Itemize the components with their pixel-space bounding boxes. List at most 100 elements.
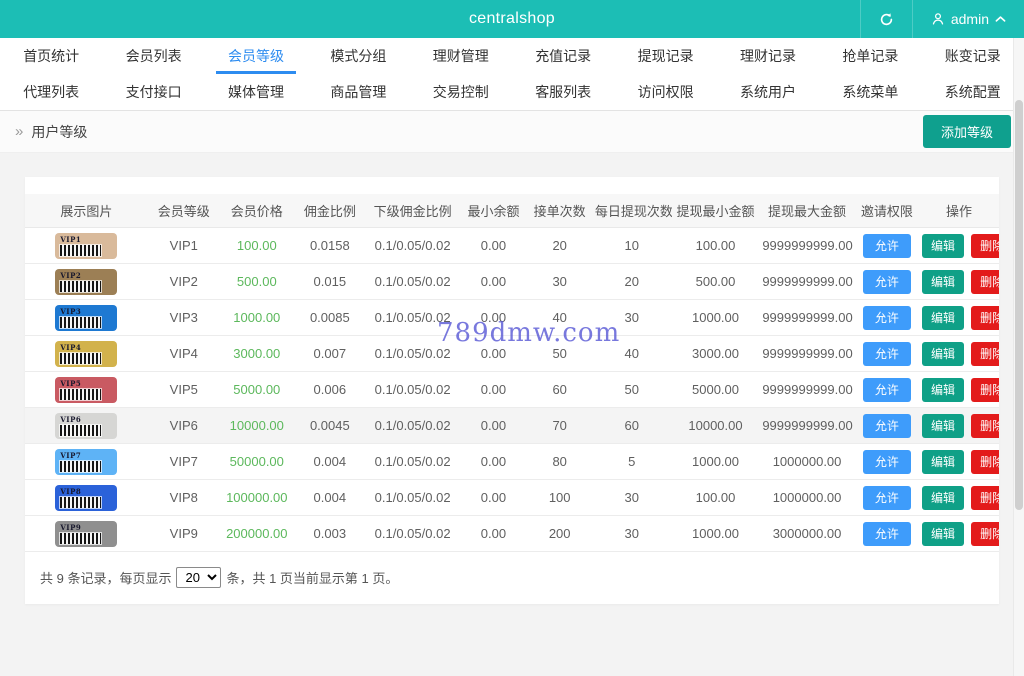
edit-button[interactable]: 编辑 [922, 305, 965, 330]
cell-price: 200000.00 [219, 515, 294, 552]
allow-button[interactable]: 允许 [862, 305, 911, 330]
cell-withdraw-max: 9999999999.00 [759, 335, 855, 372]
nav-tab-system-menu[interactable]: 系统菜单 [819, 74, 921, 110]
nav-tab-member-level[interactable]: 会员等级 [205, 38, 307, 74]
edit-button[interactable]: 编辑 [922, 341, 965, 366]
edit-button[interactable]: 编辑 [922, 413, 965, 438]
nav-tab-access-rights[interactable]: 访问权限 [614, 74, 716, 110]
cell-level: VIP7 [147, 443, 220, 480]
allow-button[interactable]: 允许 [862, 377, 911, 402]
column-header: 最小余额 [459, 194, 528, 228]
cell-daily-withdraw-count: 30 [591, 479, 672, 516]
allow-button[interactable]: 允许 [862, 341, 911, 366]
cell-level: VIP3 [147, 299, 220, 336]
person-icon [931, 12, 945, 26]
edit-button[interactable]: 编辑 [922, 377, 965, 402]
cell-sub-commission: 0.1/0.05/0.02 [365, 299, 460, 336]
allow-button[interactable]: 允许 [862, 449, 911, 474]
delete-button[interactable]: 删除 [971, 485, 999, 510]
edit-button[interactable]: 编辑 [922, 485, 965, 510]
nav-tab-label: 系统用户 [739, 84, 796, 100]
cell-price: 5000.00 [219, 371, 294, 408]
cell-badge: VIP4 [25, 335, 148, 372]
nav-tab-label: 访问权限 [637, 84, 694, 100]
barcode-icon [59, 243, 103, 257]
edit-button[interactable]: 编辑 [922, 233, 965, 258]
allow-button[interactable]: 允许 [862, 521, 911, 546]
delete-button[interactable]: 删除 [971, 449, 999, 474]
cell-badge: VIP9 [25, 515, 148, 552]
page-size-select[interactable]: 20 [176, 567, 222, 588]
cell-sub-commission: 0.1/0.05/0.02 [365, 479, 460, 516]
column-header: 会员价格 [219, 194, 294, 228]
cell-actions: 编辑删除 [919, 263, 999, 300]
nav-tab-member-list[interactable]: 会员列表 [102, 38, 204, 74]
topbar-actions: admin [859, 0, 1024, 38]
nav-tab-system-config[interactable]: 系统配置 [922, 74, 1024, 110]
allow-button[interactable]: 允许 [862, 233, 911, 258]
delete-button[interactable]: 删除 [971, 269, 999, 294]
nav-tab-service-list[interactable]: 客服列表 [512, 74, 614, 110]
vip-badge-image: VIP9 [55, 520, 118, 547]
nav-tab-system-users[interactable]: 系统用户 [717, 74, 819, 110]
allow-button[interactable]: 允许 [862, 485, 911, 510]
cell-badge: VIP8 [25, 479, 148, 516]
pagination: 共 9 条记录，每页显示 20 条，共 1 页当前显示第 1 页。 [40, 567, 984, 588]
column-header: 接单次数 [527, 194, 592, 228]
vip-badge-text: VIP8 [60, 486, 82, 496]
cell-level: VIP8 [147, 479, 220, 516]
nav-tab-product-manage[interactable]: 商品管理 [307, 74, 409, 110]
delete-button[interactable]: 删除 [971, 341, 999, 366]
nav-tab-agent-list[interactable]: 代理列表 [0, 74, 102, 110]
delete-button[interactable]: 删除 [971, 377, 999, 402]
cell-sub-commission: 0.1/0.05/0.02 [365, 515, 460, 552]
page: centralshop admin 首页统计 会员列表 会员等级 模式分组 理财… [0, 0, 1024, 676]
nav-tab-label: 理财记录 [739, 48, 796, 64]
column-header: 佣金比例 [293, 194, 366, 228]
cell-level: VIP1 [147, 227, 220, 264]
admin-menu[interactable]: admin [911, 0, 1024, 38]
nav-tab-home-stats[interactable]: 首页统计 [0, 38, 102, 74]
cell-commission: 0.007 [293, 335, 366, 372]
cell-sub-commission: 0.1/0.05/0.02 [365, 227, 460, 264]
cell-order-count: 30 [527, 263, 592, 300]
nav-tab-withdraw-records[interactable]: 提现记录 [614, 38, 716, 74]
vertical-scrollbar[interactable] [1013, 38, 1024, 676]
allow-button[interactable]: 允许 [862, 269, 911, 294]
scrollbar-thumb[interactable] [1015, 100, 1023, 510]
vip-badge-text: VIP4 [60, 342, 82, 352]
nav-tab-recharge-records[interactable]: 充值记录 [512, 38, 614, 74]
cell-daily-withdraw-count: 30 [591, 515, 672, 552]
cell-min-balance: 0.00 [459, 479, 528, 516]
delete-button[interactable]: 删除 [971, 305, 999, 330]
nav-tab-payment-api[interactable]: 支付接口 [102, 74, 204, 110]
breadcrumb-bar: » 用户等级 添加等级 [0, 111, 1024, 153]
cell-withdraw-max: 3000000.00 [759, 515, 855, 552]
nav-tab-balance-records[interactable]: 账变记录 [922, 38, 1024, 74]
refresh-button[interactable] [859, 0, 912, 38]
vip-badge-text: VIP5 [60, 378, 82, 388]
nav-tab-trade-control[interactable]: 交易控制 [410, 74, 512, 110]
pagination-suffix: 条，共 1 页当前显示第 1 页。 [226, 571, 399, 586]
nav-tab-finance-records[interactable]: 理财记录 [717, 38, 819, 74]
nav-tab-mode-group[interactable]: 模式分组 [307, 38, 409, 74]
edit-button[interactable]: 编辑 [922, 269, 965, 294]
cell-withdraw-min: 1000.00 [671, 443, 760, 480]
nav-tab-finance-manage[interactable]: 理财管理 [410, 38, 512, 74]
nav-tab-grab-records[interactable]: 抢单记录 [819, 38, 921, 74]
nav-tab-media-manage[interactable]: 媒体管理 [205, 74, 307, 110]
cell-withdraw-min: 5000.00 [671, 371, 760, 408]
edit-button[interactable]: 编辑 [922, 449, 965, 474]
delete-button[interactable]: 删除 [971, 521, 999, 546]
nav-tab-label: 商品管理 [330, 84, 387, 100]
edit-button[interactable]: 编辑 [922, 521, 965, 546]
table-row: VIP5 VIP5 5000.00 0.006 0.1/0.05/0.02 0.… [25, 371, 999, 408]
allow-button[interactable]: 允许 [862, 413, 911, 438]
cell-withdraw-min: 100.00 [671, 227, 760, 264]
nav-tab-label: 会员列表 [125, 48, 182, 64]
delete-button[interactable]: 删除 [971, 233, 999, 258]
delete-button[interactable]: 删除 [971, 413, 999, 438]
cell-level: VIP6 [147, 407, 220, 444]
add-level-button[interactable]: 添加等级 [922, 115, 1011, 148]
table-header-row: 展示图片 会员等级 会员价格 佣金比例 下级佣金比例 最小余额 接单次数 每日提现次数 提现最小… [25, 194, 999, 228]
